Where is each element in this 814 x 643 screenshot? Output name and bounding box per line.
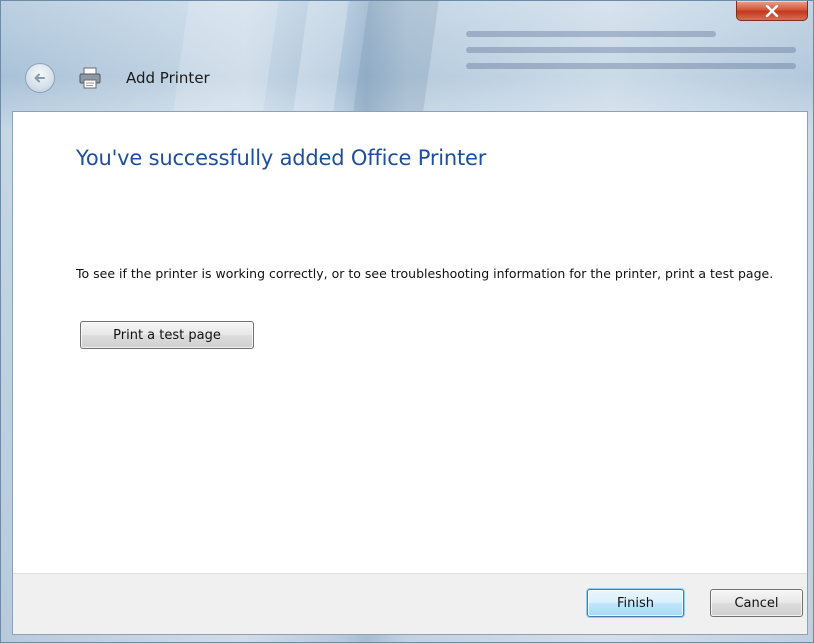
background-blur (466, 47, 796, 53)
background-blur (466, 31, 716, 37)
close-button[interactable] (736, 1, 808, 21)
cancel-button[interactable]: Cancel (710, 589, 803, 617)
add-printer-window: Add Printer You've successfully added Of… (0, 0, 814, 643)
description-text: To see if the printer is working correct… (76, 266, 774, 281)
print-test-page-button[interactable]: Print a test page (80, 321, 254, 349)
glass-reflection (353, 1, 439, 111)
finish-button[interactable]: Finish (587, 589, 684, 617)
glass-reflection (293, 1, 349, 111)
back-button[interactable] (25, 63, 55, 93)
printer-icon (79, 67, 101, 89)
wizard-footer: Finish Cancel (13, 573, 807, 634)
page-heading: You've successfully added Office Printer (76, 146, 487, 170)
close-icon (765, 4, 779, 17)
glass-reflection (173, 1, 279, 111)
window-title: Add Printer (126, 69, 210, 87)
background-blur (466, 63, 796, 69)
wizard-content: You've successfully added Office Printer… (12, 111, 808, 635)
back-arrow-icon (34, 73, 45, 83)
